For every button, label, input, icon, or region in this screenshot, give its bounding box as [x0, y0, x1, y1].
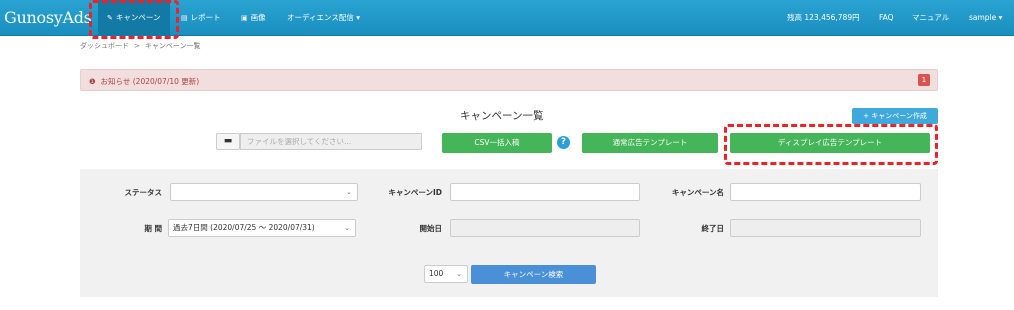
image-icon: ▣ — [241, 14, 248, 22]
page-title: キャンペーン一覧 — [460, 110, 544, 122]
folder-open-icon[interactable]: ▬ — [216, 133, 240, 150]
end-date-input[interactable] — [730, 219, 921, 237]
nav-campaign[interactable]: ✎ キャンペーン — [98, 0, 170, 36]
breadcrumb-current: キャンペーン一覧 — [144, 42, 201, 50]
display-ad-template-button[interactable]: ディスプレイ広告テンプレート — [730, 133, 930, 153]
campaign-name-label: キャンペーン名 — [671, 188, 724, 197]
file-select-input[interactable]: ファイルを選択してください... — [240, 133, 422, 150]
user-menu[interactable]: sample ▾ — [969, 0, 1002, 36]
chevron-down-icon: ⌄ — [456, 270, 462, 278]
top-navbar: GunosyAds ✎ キャンペーン ▤ レポート ▣ 画像 オーディエンス配信 ▾ … — [0, 0, 1014, 36]
faq-link[interactable]: FAQ — [879, 0, 894, 36]
campaign-id-label: キャンペーンID — [388, 188, 442, 197]
status-label: ステータス — [124, 188, 163, 197]
campaign-name-input[interactable] — [730, 183, 921, 201]
start-date-label: 開始日 — [419, 224, 443, 233]
manual-link[interactable]: マニュアル — [912, 0, 949, 36]
nav-audience-dropdown[interactable]: オーディエンス配信 ▾ — [287, 0, 360, 36]
nav-image-label: 画像 — [250, 13, 266, 22]
nav-audience-label: オーディエンス配信 ▾ — [287, 13, 360, 22]
period-select[interactable]: 過去7日間 (2020/07/25 ～ 2020/07/31) ⌄ — [168, 219, 356, 237]
nav-report-label: レポート — [190, 13, 221, 22]
report-icon: ▤ — [181, 14, 188, 22]
per-page-select[interactable]: 100 ⌄ — [424, 265, 468, 283]
breadcrumb-separator: > — [134, 42, 140, 50]
period-select-value: 過去7日間 (2020/07/25 ～ 2020/07/31) — [173, 223, 315, 232]
campaign-id-input[interactable] — [450, 183, 640, 201]
notice-alert[interactable]: ❶ お知らせ (2020/07/10 更新) 1 — [80, 69, 938, 91]
chevron-down-icon: ⌄ — [346, 188, 352, 196]
start-date-input[interactable] — [450, 219, 640, 237]
brand-logo[interactable]: GunosyAds — [4, 8, 92, 27]
csv-bulk-upload-button[interactable]: CSV一括入稿 — [442, 133, 552, 153]
campaign-search-button[interactable]: キャンペーン検索 — [471, 265, 596, 284]
breadcrumb-dashboard[interactable]: ダッシュボード — [80, 42, 129, 50]
normal-ad-template-button[interactable]: 通常広告テンプレート — [582, 133, 718, 153]
nav-campaign-label: キャンペーン — [115, 13, 161, 22]
per-page-value: 100 — [429, 269, 444, 278]
breadcrumb: ダッシュボード > キャンペーン一覧 — [80, 41, 201, 51]
tag-icon: ✎ — [107, 14, 113, 22]
end-date-label: 終了日 — [701, 224, 725, 233]
help-icon[interactable]: ? — [557, 136, 570, 149]
create-campaign-button[interactable]: + キャンペーン作成 — [852, 108, 938, 124]
period-label: 期 間 — [144, 224, 162, 233]
balance-display: 残高 123,456,789円 — [787, 13, 860, 22]
status-select[interactable]: ⌄ — [170, 183, 358, 201]
nav-image[interactable]: ▣ 画像 — [241, 0, 266, 36]
alert-text: お知らせ (2020/07/10 更新) — [100, 77, 200, 86]
info-icon: ❶ — [89, 77, 96, 86]
alert-count-badge: 1 — [918, 74, 930, 86]
nav-report[interactable]: ▤ レポート — [181, 0, 221, 36]
chevron-down-icon: ⌄ — [344, 224, 350, 232]
alert-text-row: ❶ お知らせ (2020/07/10 更新) — [89, 76, 199, 87]
